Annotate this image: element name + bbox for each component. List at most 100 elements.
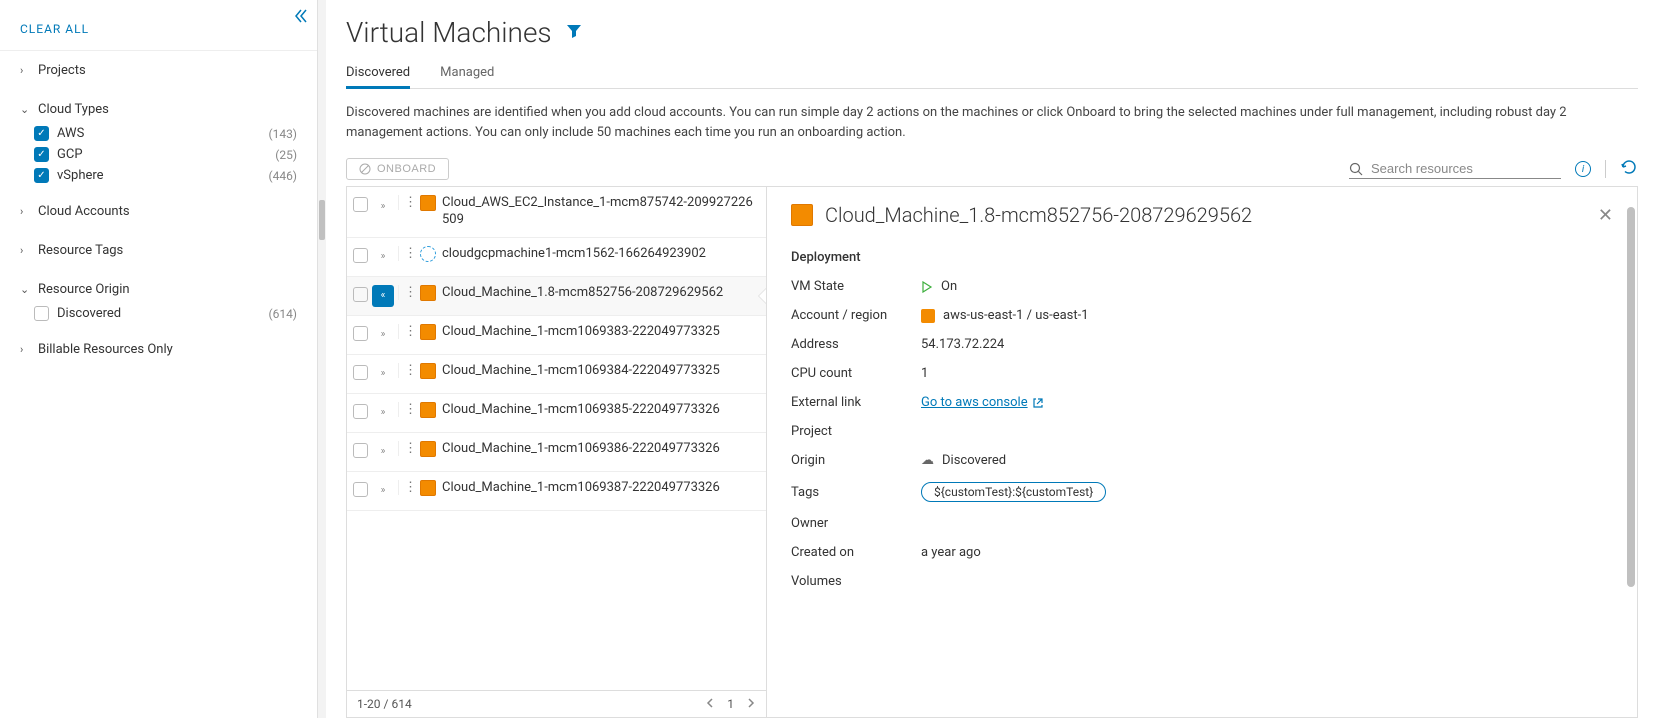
filter-group-title: Resource Tags — [38, 243, 123, 258]
chevron-right-icon: › — [20, 205, 30, 218]
collapse-row-icon[interactable]: « — [372, 285, 394, 307]
filter-group: ›Resource Tags — [0, 231, 317, 270]
account-label: Account / region — [791, 308, 921, 323]
account-value: aws-us-east-1 / us-east-1 — [943, 308, 1089, 323]
divider — [1605, 160, 1606, 178]
info-icon[interactable]: i — [1575, 161, 1591, 177]
checkbox[interactable]: ✓ — [34, 147, 49, 162]
tab-managed[interactable]: Managed — [440, 59, 494, 88]
checkbox[interactable]: ✓ — [34, 126, 49, 141]
row-checkbox[interactable] — [353, 482, 368, 497]
kebab-menu-icon[interactable]: ⋮ — [398, 246, 416, 261]
filter-item-count: (446) — [268, 169, 297, 183]
vm-name: Cloud_Machine_1.8-mcm852756-208729629562 — [442, 285, 723, 302]
filter-item[interactable]: ✓vSphere(446) — [34, 165, 297, 186]
filter-item[interactable]: Discovered(614) — [34, 303, 297, 324]
external-link-icon — [1032, 397, 1044, 409]
vm-name: Cloud_Machine_1-mcm1069386-222049773326 — [442, 441, 720, 458]
detail-panel: Cloud_Machine_1.8-mcm852756-208729629562… — [767, 187, 1637, 717]
kebab-menu-icon[interactable]: ⋮ — [398, 480, 416, 495]
kebab-menu-icon[interactable]: ⋮ — [398, 285, 416, 300]
row-checkbox[interactable] — [353, 287, 368, 302]
refresh-icon[interactable] — [1620, 158, 1638, 180]
tag-pill[interactable]: ${customTest}:${customTest} — [921, 482, 1106, 502]
filter-group-title: Cloud Types — [38, 102, 109, 117]
cloud-icon — [921, 453, 934, 468]
tabs: Discovered Managed — [346, 59, 1638, 89]
address-label: Address — [791, 337, 921, 352]
expand-row-icon[interactable]: » — [372, 363, 394, 385]
table-row[interactable]: »⋮Cloud_Machine_1-mcm1069384-22204977332… — [347, 355, 766, 394]
row-checkbox[interactable] — [353, 404, 368, 419]
onboard-button[interactable]: ONBOARD — [346, 158, 449, 180]
filter-group-header[interactable]: ⌄Cloud Types — [20, 96, 297, 123]
table-row[interactable]: »⋮Cloud_AWS_EC2_Instance_1-mcm875742-209… — [347, 187, 766, 238]
filter-icon[interactable] — [566, 23, 582, 43]
splitter[interactable] — [318, 0, 326, 718]
row-checkbox[interactable] — [353, 197, 368, 212]
table-row[interactable]: » ⋮ Cloud_Machine_1-mcm1069386-22204977332… — [347, 433, 766, 472]
row-checkbox[interactable] — [353, 326, 368, 341]
filter-item[interactable]: ✓GCP(25) — [34, 144, 297, 165]
kebab-menu-icon[interactable]: ⋮ — [398, 195, 416, 210]
cpu-value: 1 — [921, 366, 928, 381]
forbidden-icon — [359, 163, 371, 175]
aws-vm-icon — [420, 324, 436, 340]
filter-group-header[interactable]: › Billable Resources Only — [20, 336, 297, 363]
row-checkbox[interactable] — [353, 248, 368, 263]
filter-group-header[interactable]: › Projects — [20, 57, 297, 84]
pager-prev-icon[interactable] — [705, 697, 715, 711]
table-row[interactable]: »⋮cloudgcpmachine1-mcm1562-166264923902 — [347, 238, 766, 277]
detail-title: Cloud_Machine_1.8-mcm852756-208729629562 — [825, 203, 1252, 227]
filter-group-header[interactable]: ›Resource Tags — [20, 237, 297, 264]
table-row[interactable]: »⋮Cloud_Machine_1-mcm1069387-22204977332… — [347, 472, 766, 511]
external-link[interactable]: Go to aws console — [921, 395, 1044, 410]
pager-next-icon[interactable] — [746, 697, 756, 711]
kebab-menu-icon[interactable]: ⋮ — [398, 363, 416, 378]
table-row[interactable]: »⋮Cloud_Machine_1-mcm1069383-22204977332… — [347, 316, 766, 355]
kebab-menu-icon[interactable]: ⋮ — [398, 441, 416, 456]
kebab-menu-icon[interactable]: ⋮ — [398, 402, 416, 417]
filter-item-count: (25) — [275, 148, 297, 162]
collapse-sidebar-icon[interactable] — [293, 8, 309, 28]
clear-all-button[interactable]: CLEAR ALL — [0, 12, 317, 51]
page-description: Discovered machines are identified when … — [346, 103, 1638, 142]
gcp-vm-icon — [420, 246, 436, 262]
created-label: Created on — [791, 545, 921, 560]
aws-vm-icon — [420, 441, 436, 457]
filter-group: ⌄Cloud Types✓AWS(143)✓GCP(25)✓vSphere(44… — [0, 90, 317, 192]
row-checkbox[interactable] — [353, 443, 368, 458]
tab-discovered[interactable]: Discovered — [346, 59, 410, 89]
checkbox[interactable]: ✓ — [34, 168, 49, 183]
search-icon — [1349, 162, 1363, 176]
filter-group-title: Projects — [38, 63, 86, 78]
chevron-right-icon: › — [20, 343, 30, 356]
owner-label: Owner — [791, 516, 921, 531]
expand-row-icon[interactable]: » — [372, 195, 394, 217]
expand-row-icon[interactable]: » — [372, 246, 394, 268]
expand-row-icon[interactable]: » — [372, 441, 394, 463]
filter-item-count: (614) — [268, 307, 297, 321]
close-icon[interactable]: ✕ — [1598, 205, 1613, 226]
chevron-right-icon: › — [20, 64, 30, 77]
row-checkbox[interactable] — [353, 365, 368, 380]
address-value: 54.173.72.224 — [921, 337, 1004, 352]
origin-label: Origin — [791, 453, 921, 468]
filter-group-header[interactable]: ⌄Resource Origin — [20, 276, 297, 303]
kebab-menu-icon[interactable]: ⋮ — [398, 324, 416, 339]
splitter-handle-icon[interactable] — [319, 200, 325, 240]
expand-row-icon[interactable]: » — [372, 324, 394, 346]
checkbox[interactable] — [34, 306, 49, 321]
expand-row-icon[interactable]: » — [372, 402, 394, 424]
table-row[interactable]: « ⋮ Cloud_Machine_1.8-mcm852756-2087296295… — [347, 277, 766, 316]
filter-group-header[interactable]: ›Cloud Accounts — [20, 198, 297, 225]
filter-group: › Projects — [0, 51, 317, 90]
scrollbar[interactable] — [1627, 207, 1635, 587]
origin-value: Discovered — [942, 453, 1006, 468]
external-link-label: External link — [791, 395, 921, 410]
filter-group-title: Billable Resources Only — [38, 342, 173, 357]
expand-row-icon[interactable]: » — [372, 480, 394, 502]
search-input[interactable] — [1371, 161, 1561, 176]
table-row[interactable]: »⋮Cloud_Machine_1-mcm1069385-22204977332… — [347, 394, 766, 433]
filter-item[interactable]: ✓AWS(143) — [34, 123, 297, 144]
